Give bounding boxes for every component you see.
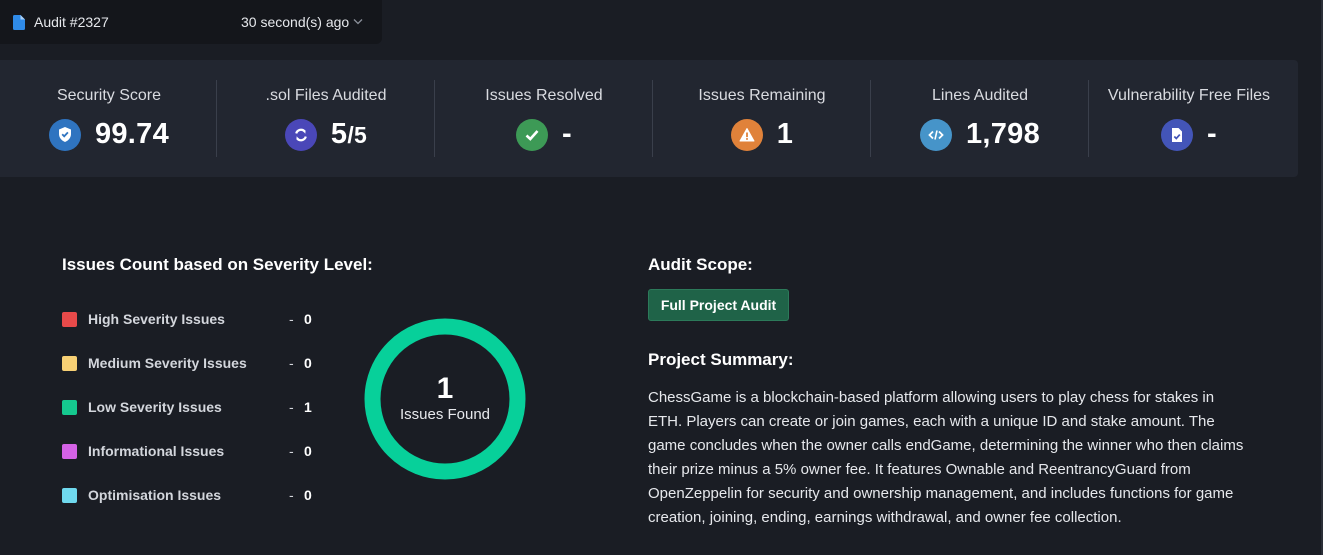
stat-value: - [562, 118, 572, 150]
warning-icon [730, 118, 763, 151]
severity-dash: - [289, 311, 294, 327]
full-project-audit-button[interactable]: Full Project Audit [648, 289, 789, 321]
issues-total: 1 [436, 372, 454, 405]
stat-value: 5/5 [330, 118, 368, 150]
severity-row-high: High Severity Issues - 0 [62, 308, 312, 330]
stat-label: Lines Audited [931, 87, 1029, 104]
chevron-down-icon[interactable] [353, 18, 363, 25]
severity-count: 0 [304, 311, 312, 327]
severity-count: 0 [304, 443, 312, 459]
stat-vulnerability-free-files: Vulnerability Free Files - [1073, 60, 1305, 177]
informational-swatch [62, 443, 77, 459]
stat-value: 99.74 [94, 118, 170, 150]
optimisation-swatch [62, 487, 77, 503]
project-summary-title: Project Summary: [648, 350, 794, 369]
severity-label: Optimisation Issues [88, 487, 222, 503]
stats-band: Security Score 99.74 .sol Files Audited [0, 60, 1298, 177]
stat-sol-files-audited: .sol Files Audited 5/5 [217, 60, 435, 177]
severity-label: Informational Issues [88, 443, 225, 459]
severity-label: High Severity Issues [88, 311, 225, 327]
stat-value-suffix: /5 [347, 122, 368, 148]
severity-section-title: Issues Count based on Severity Level: [62, 255, 373, 274]
donut-center: 1 Issues Found [364, 372, 526, 423]
severity-row-medium: Medium Severity Issues - 0 [62, 352, 312, 374]
code-icon [919, 118, 952, 151]
stat-label: .sol Files Audited [265, 87, 387, 104]
stat-label: Issues Remaining [698, 87, 826, 104]
severity-dash: - [289, 355, 294, 371]
issues-total-label: Issues Found [399, 406, 491, 423]
file-check-icon [1161, 118, 1194, 151]
stat-value: 1,798 [965, 118, 1041, 150]
high-severity-swatch [62, 311, 77, 327]
severity-row-optimisation: Optimisation Issues - 0 [62, 484, 312, 506]
audit-name: Audit #2327 [34, 14, 109, 30]
audit-selector[interactable]: Audit #2327 30 second(s) ago [0, 0, 382, 44]
severity-dash: - [289, 443, 294, 459]
severity-row-informational: Informational Issues - 0 [62, 440, 312, 462]
stat-issues-resolved: Issues Resolved - [435, 60, 653, 177]
stat-label: Issues Resolved [485, 87, 603, 104]
stat-value: 1 [776, 118, 794, 150]
severity-label: Low Severity Issues [88, 399, 222, 415]
audit-time: 30 second(s) ago [241, 14, 350, 30]
severity-count: 1 [304, 399, 312, 415]
audit-scope-title: Audit Scope: [648, 255, 753, 274]
medium-severity-swatch [62, 355, 77, 371]
low-severity-swatch [62, 399, 77, 415]
check-icon [516, 118, 549, 151]
file-icon [13, 14, 25, 30]
shield-icon [48, 118, 81, 151]
stat-issues-remaining: Issues Remaining 1 [653, 60, 871, 177]
severity-label: Medium Severity Issues [88, 355, 247, 371]
stat-lines-audited: Lines Audited 1,798 [871, 60, 1089, 177]
stat-value: - [1207, 118, 1217, 150]
severity-count: 0 [304, 355, 312, 371]
sync-icon [284, 118, 317, 151]
stat-security-score: Security Score 99.74 [0, 60, 218, 177]
severity-dash: - [289, 399, 294, 415]
stat-label: Security Score [56, 87, 162, 104]
project-summary-text: ChessGame is a blockchain-based platform… [648, 389, 1244, 526]
severity-count: 0 [304, 487, 312, 503]
severity-row-low: Low Severity Issues - 1 [62, 396, 312, 418]
stat-label: Vulnerability Free Files [1107, 87, 1271, 104]
severity-dash: - [289, 487, 294, 503]
